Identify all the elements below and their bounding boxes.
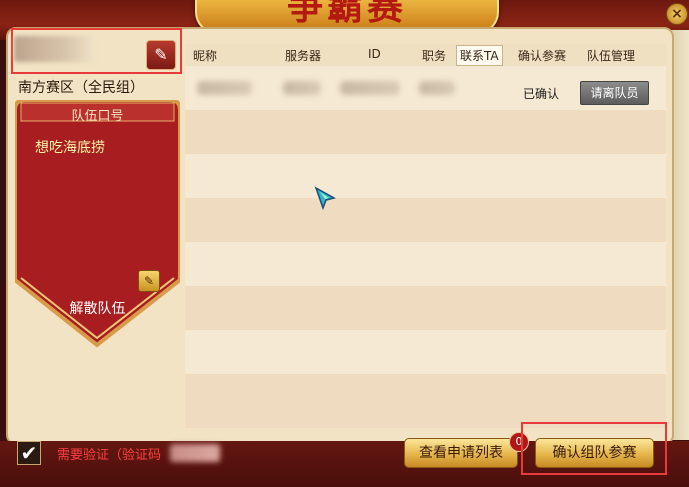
table-row (185, 198, 666, 242)
table-row (185, 330, 666, 374)
team-name-blurred (14, 36, 94, 62)
edit-motto-button[interactable]: ✎ (138, 270, 160, 292)
checkmark-icon: ✔ (20, 441, 38, 465)
table-row (185, 242, 666, 286)
team-banner: 队伍口号 想吃海底捞 ✎ 解散队伍 (15, 100, 180, 350)
header-nickname: 昵称 (193, 49, 218, 63)
region-label: 南方赛区（全民组） (18, 80, 144, 96)
header-contact[interactable]: 联系TA (456, 45, 503, 66)
pencil-icon: ✎ (154, 45, 168, 64)
blurred-server (283, 81, 321, 95)
table-row (185, 374, 666, 428)
pencil-icon: ✎ (143, 274, 155, 288)
page-title: 争霸赛 (286, 0, 407, 28)
header-server: 服务器 (285, 49, 322, 63)
banner-title: 队伍口号 (71, 109, 124, 124)
disband-team-button[interactable]: 解散队伍 (15, 298, 180, 318)
header-manage: 队伍管理 (587, 49, 636, 63)
header-id: ID (368, 47, 381, 61)
header-role: 职务 (422, 49, 447, 63)
team-motto: 想吃海底捞 (35, 140, 105, 156)
blurred-nickname (197, 81, 252, 95)
header-confirm: 确认参赛 (518, 49, 567, 63)
blurred-id (340, 81, 400, 95)
table-row (185, 154, 666, 198)
verify-label: 需要验证（验证码 (57, 448, 162, 463)
table-row (185, 286, 666, 330)
view-applications-button[interactable]: 查看申请列表 (404, 438, 518, 468)
confirm-team-entry-button[interactable]: 确认组队参赛 (535, 438, 654, 468)
table-row (185, 110, 666, 154)
member-table: 昵称 服务器 ID 职务 联系TA 确认参赛 队伍管理 已确认 请离队员 (185, 44, 666, 428)
cursor-icon (314, 186, 338, 211)
blurred-role (419, 81, 455, 95)
close-button[interactable]: × (666, 3, 688, 25)
table-header: 昵称 服务器 ID 职务 联系TA 确认参赛 队伍管理 (185, 44, 666, 67)
kick-member-button[interactable]: 请离队员 (580, 81, 649, 105)
verify-checkbox[interactable]: ✔ (17, 441, 41, 465)
confirm-status: 已确认 (523, 87, 560, 101)
verify-code-blurred (170, 444, 220, 462)
edit-team-name-button[interactable]: ✎ (146, 40, 176, 70)
